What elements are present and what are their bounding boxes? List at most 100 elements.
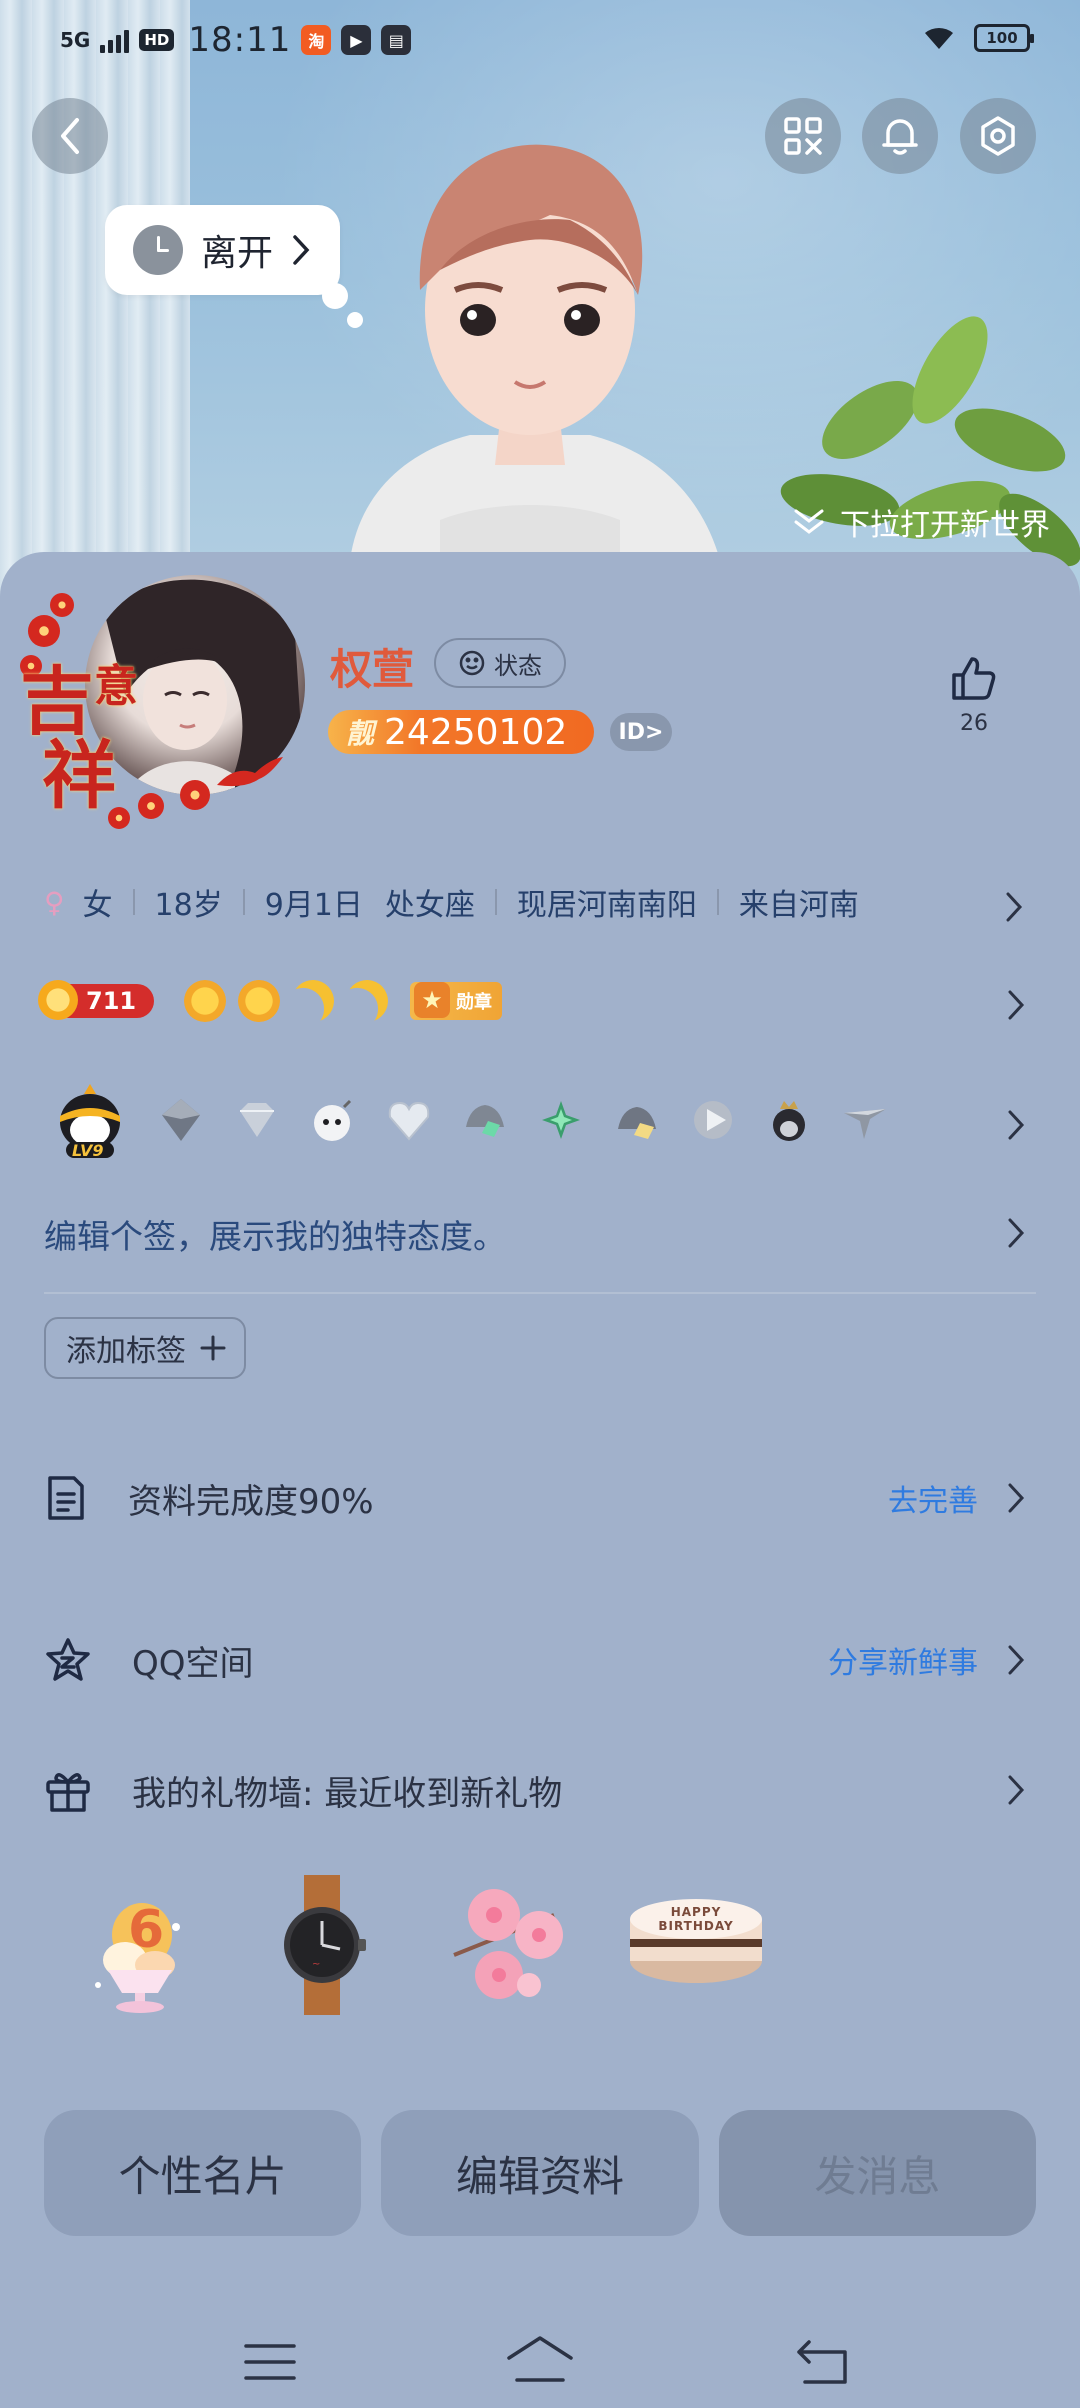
id-button[interactable]: ID> — [610, 713, 672, 751]
bell-icon — [882, 119, 918, 155]
signature-edit-prompt[interactable]: 编辑个签，展示我的独特态度。 — [44, 1210, 506, 1258]
qq-level-row[interactable]: 711 勋章 — [38, 980, 502, 1022]
sun-level-icon — [184, 980, 226, 1022]
chevron-right-icon — [1006, 892, 1023, 922]
profile-card-button[interactable]: 个性名片 — [44, 2110, 362, 2236]
set-status-button[interactable]: 状态 — [434, 638, 566, 688]
penguin-level: LV9 — [72, 1141, 104, 1160]
pull-down-hint-text: 下拉打开新世界 — [840, 508, 1050, 543]
complete-profile-link[interactable]: 去完善 — [888, 1476, 978, 1520]
play-icon — [694, 1101, 732, 1139]
chevron-right-icon[interactable] — [1006, 988, 1026, 1022]
chevron-right-icon[interactable] — [1006, 1108, 1026, 1142]
qzone-label: QQ空间 — [132, 1643, 254, 1684]
settings-button[interactable] — [960, 98, 1036, 174]
bomb-face-icon — [314, 1099, 352, 1141]
basic-info-row[interactable]: ♀ 女 18岁 9月1日 处女座 现居河南南阳 来自河南 — [44, 880, 1024, 924]
clock-time: 18:11 — [188, 20, 292, 60]
gift-wall-row[interactable]: 我的礼物墙: 最近收到新礼物 — [44, 1760, 1036, 1820]
signal-icon — [100, 27, 130, 53]
svg-text:~: ~ — [312, 1959, 320, 1970]
send-message-button[interactable]: 发消息 — [718, 2110, 1036, 2236]
level-badge: 711 — [38, 980, 154, 1020]
emerald-star-icon — [542, 1101, 580, 1139]
location: 现居河南南阳 — [516, 888, 697, 923]
back-navigation-icon[interactable] — [795, 2338, 851, 2386]
diamond-icon — [162, 1099, 200, 1141]
chevron-left-icon — [61, 118, 79, 154]
hometown: 来自河南 — [738, 888, 859, 923]
qr-code-icon — [784, 117, 822, 155]
penguin-lv9-icon: LV9 — [50, 1080, 130, 1160]
wrist-watch-gift[interactable]: ~ — [262, 1875, 382, 2015]
taobao-notification-icon: 淘 — [301, 25, 332, 55]
edit-profile-button[interactable]: 编辑资料 — [381, 2110, 699, 2236]
status-smile-icon — [459, 650, 485, 676]
system-navigation-bar — [0, 2300, 1080, 2408]
medal-badge: 勋章 — [410, 982, 502, 1020]
moon-level-icon — [340, 974, 394, 1028]
like-count: 26 — [960, 711, 988, 736]
zodiac: 处女座 — [384, 888, 475, 923]
back-button[interactable] — [32, 98, 108, 174]
profile-action-bar: 个性名片 编辑资料 发消息 — [44, 2110, 1036, 2236]
heart-diamond-icon — [388, 1101, 430, 1141]
home-icon[interactable] — [505, 2334, 575, 2384]
gear-icon — [981, 116, 1015, 156]
card-notification-icon: ▤ — [381, 25, 412, 55]
silver-wing-icon — [844, 1109, 886, 1139]
status-bar: 5G HD 18:11 淘 ▶ ▤ 100 — [0, 0, 1080, 84]
green-gem-icon — [466, 1105, 504, 1137]
pull-down-hint[interactable]: 下拉打开新世界 — [792, 500, 1050, 544]
document-icon — [48, 1476, 84, 1520]
cherry-blossom-gift[interactable] — [444, 1875, 564, 1999]
double-chevron-down-icon — [794, 509, 824, 534]
birthday: 9月1日 — [264, 888, 363, 923]
cover-curtain — [0, 0, 190, 600]
avatar[interactable]: 吉意 祥 — [20, 575, 305, 840]
age: 18岁 — [154, 888, 223, 923]
qr-code-button[interactable] — [765, 98, 841, 174]
qq-number-badge[interactable]: 靓 24250102 — [328, 710, 594, 754]
online-status-bubble[interactable]: 离开 — [105, 205, 340, 295]
chevron-right-icon — [1008, 1645, 1025, 1675]
clock-icon — [133, 225, 183, 275]
zplan-avatar-figure[interactable] — [320, 120, 740, 560]
menu-icon[interactable] — [244, 2342, 296, 2382]
notifications-button[interactable] — [862, 98, 938, 174]
cake-text: HAPPY BIRTHDAY — [658, 1905, 734, 1933]
gift-icon — [46, 1773, 90, 1812]
online-status-text: 离开 — [201, 233, 274, 274]
thumbs-up-icon — [952, 657, 996, 700]
swallow-decoration — [217, 757, 283, 787]
birthday-cake-gift[interactable]: HAPPY BIRTHDAY — [626, 1875, 766, 1995]
share-news-link[interactable]: 分享新鲜事 — [828, 1638, 978, 1682]
qzone-row[interactable]: QQ空间 分享新鲜事 — [44, 1630, 1036, 1690]
pretty-number-label: 靓 — [346, 717, 375, 750]
yellow-gem-icon — [618, 1107, 656, 1139]
chevron-right-icon[interactable] — [1006, 1216, 1026, 1250]
like-button[interactable]: 26 — [946, 655, 1002, 736]
king-penguin-icon — [773, 1101, 805, 1141]
profile-completion-row[interactable]: 资料完成度90% 去完善 — [44, 1468, 1036, 1528]
profile-cover[interactable]: 5G HD 18:11 淘 ▶ ▤ 100 离开 下拉打开新世界 — [0, 0, 1080, 600]
ice-cream-sundae-gift[interactable]: 6 — [80, 1875, 200, 2013]
gift-wall-label: 我的礼物墙: 最近收到新礼物 — [132, 1773, 563, 1814]
diamond-icon — [240, 1103, 274, 1137]
avatar-frame-text: 吉意 祥 — [20, 659, 138, 819]
female-icon: ♀ — [44, 885, 65, 919]
divider — [44, 1292, 1036, 1294]
gift-wall-items: 6 ~ HAPPY BIRTHDAY — [80, 1875, 766, 2015]
qq-number: 24250102 — [384, 711, 568, 753]
video-notification-icon: ▶ — [341, 25, 372, 55]
gender: 女 — [82, 888, 113, 923]
battery-icon: 100 — [974, 24, 1034, 52]
chevron-right-icon — [293, 235, 310, 265]
nickname: 权萱 — [330, 645, 415, 694]
hd-icon: HD — [139, 29, 175, 51]
qzone-star-icon — [46, 1638, 90, 1681]
moon-level-icon — [286, 974, 340, 1028]
wifi-icon — [925, 27, 953, 49]
add-tag-button[interactable]: 添加标签 — [44, 1317, 246, 1379]
privilege-icons-row[interactable]: LV9 — [50, 1080, 890, 1160]
